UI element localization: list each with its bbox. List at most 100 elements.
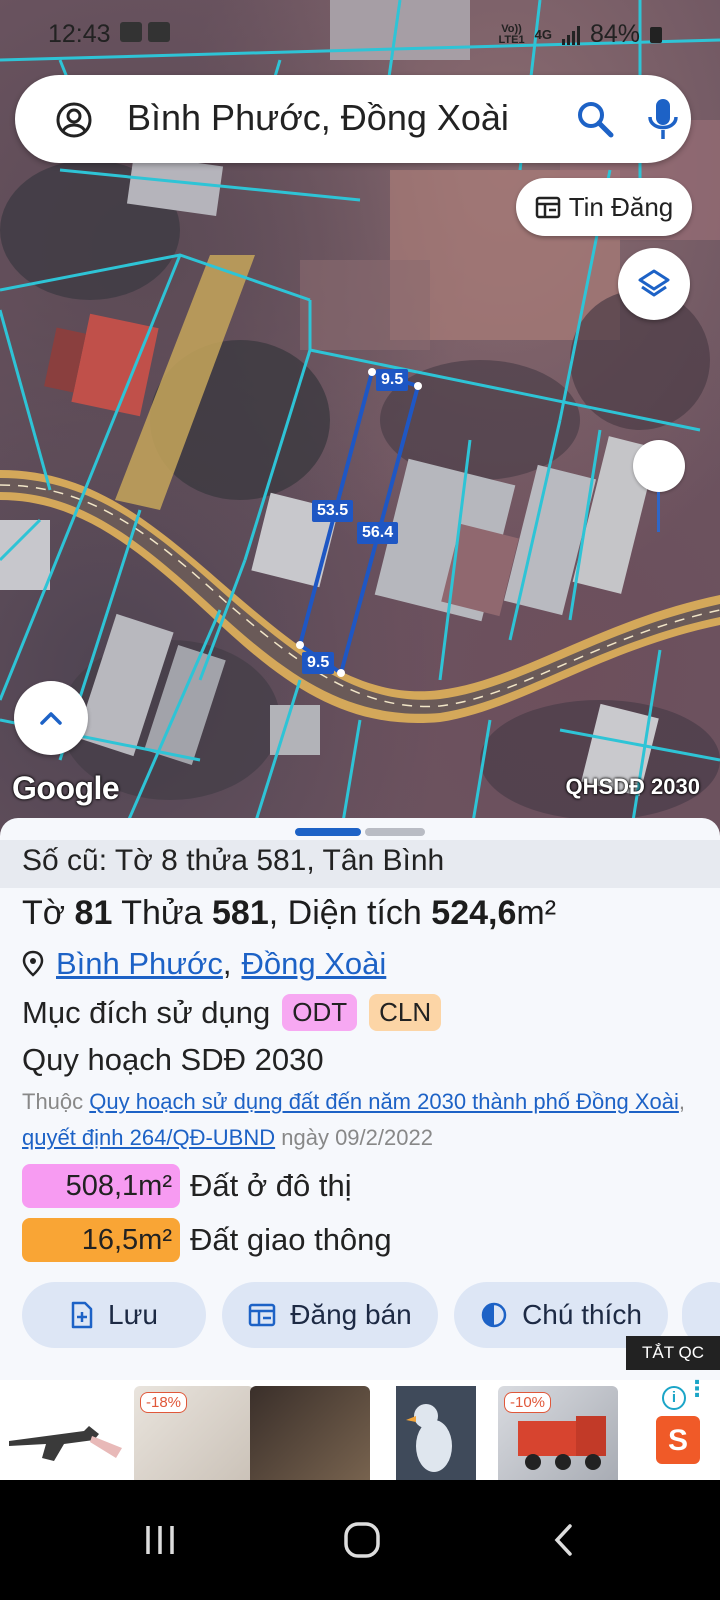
sheet-handle[interactable] (365, 828, 425, 836)
plan-link[interactable]: Quy hoạch sử dụng đất đến năm 2030 thành… (89, 1089, 679, 1114)
tin-dang-label: Tin Đăng (568, 191, 674, 222)
map-view[interactable]: 9.5 53.5 56.4 9.5 12:43 Vo)) LTE1 4G 84% (0, 0, 720, 840)
purpose-label: Mục đích sử dụng (22, 994, 271, 1030)
contrast-icon (481, 1302, 507, 1328)
post-sale-label: Đăng bán (290, 1299, 412, 1330)
file-add-icon (71, 1301, 93, 1329)
plan-date: ngày 09/2/2022 (281, 1125, 433, 1150)
notification-icons (120, 22, 170, 42)
location-pin-icon (22, 950, 44, 977)
legend-label: Chú thích (522, 1299, 642, 1330)
plan-title: Quy hoạch SDĐ 2030 (22, 1042, 324, 1077)
gallery-icon (120, 22, 142, 42)
duck-toy-image (406, 1404, 452, 1472)
area-unit: m² (516, 894, 557, 932)
plan-comma: , (678, 1089, 686, 1114)
location-separator: , (222, 946, 232, 981)
status-right: Vo)) LTE1 4G 84% (499, 20, 662, 49)
volte-indicator: Vo)) LTE1 (498, 22, 525, 46)
purpose-tag-cln: CLN (369, 994, 442, 1031)
save-button[interactable]: Lưu (22, 1282, 206, 1348)
purpose-tag-odt: ODT (282, 994, 358, 1031)
parcel-info-sheet[interactable]: Số cũ: Tờ 8 thửa 581, Tân Bình Tờ 81 Thử… (0, 818, 720, 1380)
dimension-right-label: 56.4 (357, 522, 399, 544)
discount-badge: -10% (504, 1392, 552, 1413)
chevron-up-icon (40, 712, 62, 725)
home-icon (344, 1522, 380, 1558)
discount-badge: -18% (140, 1392, 188, 1413)
map-layer-label: QHSDĐ 2030 (565, 774, 700, 799)
tin-dang-button[interactable]: Tin Đăng (516, 178, 692, 236)
battery-icon (650, 26, 662, 43)
area-row-urban: 508,1m² Đất ở đô thị (22, 1164, 352, 1208)
parcel-title: Tờ 81 Thửa 581, Diện tích 524,6m² (22, 894, 557, 932)
revolver-image (9, 1426, 122, 1461)
area-label: Diện tích (287, 894, 422, 932)
app-notification-icon (148, 22, 170, 42)
opacity-slider-track[interactable] (657, 492, 660, 532)
google-logo: Google (12, 770, 120, 806)
hide-ads-button[interactable]: TẮT QC (626, 1336, 720, 1370)
plan-prefix: Thuộc (22, 1089, 84, 1114)
network-type: 4G (534, 27, 552, 42)
area-urban-value: 508,1m² (22, 1164, 180, 1208)
post-sale-button[interactable]: Đăng bán (222, 1282, 438, 1348)
listing-icon (535, 196, 560, 219)
recent-apps-icon (146, 1526, 174, 1554)
ad-info-icon[interactable]: i (662, 1386, 686, 1410)
ad-item[interactable] (4, 1386, 124, 1490)
search-bar[interactable]: Bình Phước, Đồng Xoài (15, 75, 691, 163)
city-link[interactable]: Đồng Xoài (242, 946, 387, 982)
battery-level: 84% (589, 20, 640, 48)
back-button[interactable] (534, 1510, 594, 1570)
plan-description: Thuộc Quy hoạch sử dụng đất đến năm 2030… (22, 1084, 712, 1156)
ad-banner[interactable]: -18% -10% i ⋮ S (0, 1378, 720, 1490)
search-query[interactable]: Bình Phước, Đồng Xoài (127, 97, 509, 139)
listing-icon (249, 1303, 276, 1327)
ad-item[interactable] (376, 1386, 496, 1490)
ad-item[interactable]: -18% (134, 1386, 254, 1490)
province-link[interactable]: Bình Phước (56, 946, 223, 982)
system-nav-bar (0, 1480, 720, 1600)
save-label: Lưu (108, 1299, 158, 1330)
thua-label: Thửa (121, 894, 203, 932)
area-row-transport: 16,5m² Đất giao thông (22, 1218, 392, 1262)
ad-item[interactable] (250, 1386, 370, 1490)
to-value: 81 (74, 894, 113, 932)
layers-icon (638, 269, 670, 297)
status-time: 12:43 (48, 20, 111, 48)
volte-top: Vo)) (501, 22, 522, 35)
action-buttons: Lưu Đăng bán Chú thích (22, 1282, 668, 1348)
expand-sheet-button[interactable] (14, 681, 88, 755)
search-icon[interactable] (575, 99, 615, 139)
to-label: Tờ (22, 894, 66, 932)
status-bar: 12:43 Vo)) LTE1 4G 84% (0, 0, 720, 70)
area-urban-label: Đất ở đô thị (190, 1168, 352, 1203)
back-icon (554, 1524, 572, 1556)
shopee-logo: S (656, 1416, 700, 1464)
area-value: 524,6 (431, 894, 517, 932)
decision-link[interactable]: quyết định 264/QĐ-UBND (22, 1125, 275, 1150)
area-transport-label: Đất giao thông (190, 1222, 392, 1257)
ad-item[interactable]: -10% (498, 1386, 618, 1490)
layers-button[interactable] (618, 248, 690, 320)
account-icon[interactable] (55, 101, 93, 139)
location-row: Bình Phước , Đồng Xoài (22, 946, 386, 982)
recent-apps-button[interactable] (130, 1510, 190, 1570)
old-parcel-row: Số cũ: Tờ 8 thửa 581, Tân Bình (0, 840, 720, 888)
dimension-bottom-label: 9.5 (302, 652, 335, 674)
signal-icon (561, 25, 580, 45)
sheet-handle-active[interactable] (295, 828, 361, 836)
dimension-top-label: 9.5 (376, 369, 409, 391)
microphone-icon[interactable] (645, 97, 681, 141)
purpose-row: Mục đích sử dụng ODT CLN (22, 994, 442, 1031)
opacity-slider-handle[interactable] (633, 440, 685, 492)
area-transport-value: 16,5m² (22, 1218, 180, 1262)
old-parcel-text: Số cũ: Tờ 8 thửa 581, Tân Bình (22, 844, 445, 877)
volte-bottom: LTE1 (498, 33, 525, 46)
thua-value: 581 (212, 894, 269, 932)
home-button[interactable] (332, 1510, 392, 1570)
dimension-left-label: 53.5 (312, 500, 354, 522)
ad-menu-icon[interactable]: ⋮ (686, 1378, 708, 1400)
app-root: 9.5 53.5 56.4 9.5 12:43 Vo)) LTE1 4G 84% (0, 0, 720, 1600)
